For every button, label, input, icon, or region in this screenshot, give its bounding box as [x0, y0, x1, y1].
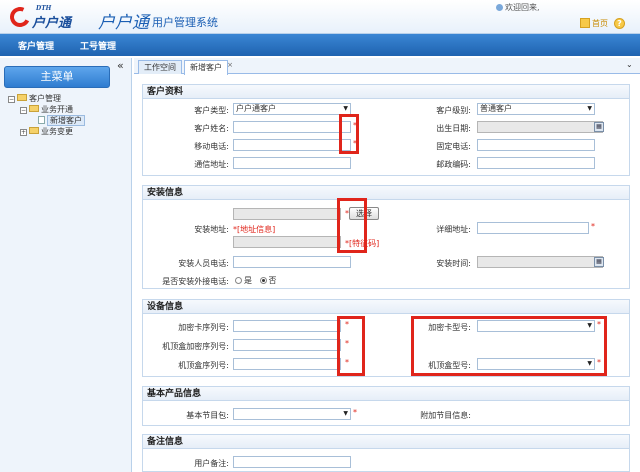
stb-crypt-serial-input[interactable] — [233, 339, 341, 351]
customer-level-label: 客户级别: — [436, 106, 471, 115]
zip-input[interactable] — [477, 157, 595, 169]
tree-item-business-change[interactable]: + 业务变更 — [20, 127, 73, 137]
radio-yes[interactable] — [235, 277, 242, 284]
detail-address-label: 详细地址: — [436, 225, 471, 234]
tree-item-customer-management[interactable]: − 客户管理 — [8, 94, 61, 104]
install-address-label: 安装地址: — [194, 225, 229, 234]
app-name: 户户通 — [98, 13, 149, 33]
user-icon — [496, 4, 503, 11]
section-title: 备注信息 — [143, 435, 629, 449]
welcome-text: 欢迎回来, — [496, 2, 540, 13]
help-icon[interactable]: ? — [614, 18, 625, 29]
mobile-input[interactable] — [233, 139, 351, 151]
card-serial-label: 加密卡序列号: — [178, 323, 229, 332]
zip-label: 邮政编码: — [436, 160, 471, 169]
stb-serial-label: 机顶盒序列号: — [178, 361, 229, 370]
chevron-down-icon: ▼ — [343, 105, 348, 112]
feature-code-input[interactable] — [233, 236, 341, 248]
stb-crypt-serial-label: 机顶盒加密序列号: — [162, 342, 229, 351]
app-subtitle: 用户管理系统 — [152, 16, 218, 29]
address-info-note: *[地址信息] — [233, 225, 276, 234]
folder-icon — [29, 127, 39, 134]
top-icons: 首页 ? — [580, 18, 636, 30]
section-notes: 备注信息 用户备注: — [142, 434, 630, 472]
app-header: DTH 户户通 户户通 用户管理系统 欢迎回来, 首页 ? — [0, 0, 640, 34]
mobile-label: 移动电话: — [194, 142, 229, 151]
install-address-input[interactable] — [233, 208, 341, 220]
landline-label: 固定电话: — [436, 142, 471, 151]
customer-type-label: 客户类型: — [194, 106, 229, 115]
home-icon[interactable] — [580, 18, 590, 28]
main-nav: 客户管理 工号管理 — [0, 34, 640, 56]
collapse-toggle-icon[interactable]: − — [8, 96, 15, 103]
tree-item-new-customer[interactable]: 新增客户 — [38, 115, 85, 126]
highlight-box-device-serials — [337, 316, 365, 376]
tab-bar: 工作空间 新增客户 × — [134, 58, 640, 75]
highlight-box-name-mobile — [339, 114, 359, 154]
package-select[interactable]: ▼ — [233, 408, 351, 420]
section-install-info: 安装信息 安装地址: * 选择 *[地址信息] *[特征码] 详细地址: * 安… — [142, 185, 630, 289]
menu-header: 主菜单 — [4, 66, 110, 88]
installer-phone-label: 安装人员电话: — [178, 259, 229, 268]
addon-label: 附加节目信息: — [420, 411, 471, 420]
remark-input[interactable] — [233, 456, 351, 468]
chevron-down-icon: ▼ — [343, 410, 348, 417]
birth-date-label: 出生日期: — [436, 124, 471, 133]
section-title: 客户资料 — [143, 85, 629, 99]
stb-serial-input[interactable] — [233, 358, 341, 370]
tree-item-business-open[interactable]: − 业务开通 — [20, 105, 73, 115]
install-time-label: 安装时间: — [436, 259, 471, 268]
folder-icon — [17, 94, 27, 101]
customer-type-select[interactable]: 户户通客户 ▼ — [233, 103, 351, 115]
customer-name-input[interactable] — [233, 121, 351, 133]
form-content: 客户资料 客户类型: 户户通客户 ▼ 客户级别: 普通客户 ▼ 客户姓名: * 出生… — [134, 75, 638, 472]
external-phone-label: 是否安装外接电话: — [162, 277, 229, 286]
highlight-box-device-models — [411, 316, 607, 376]
section-title: 设备信息 — [143, 300, 629, 314]
logo-dth-text: DTH — [36, 5, 52, 12]
installer-phone-input[interactable] — [233, 256, 351, 268]
birth-date-input[interactable] — [477, 121, 603, 133]
external-phone-radio-group: 是 否 — [235, 275, 277, 286]
highlight-box-install — [337, 198, 367, 253]
section-title: 基本产品信息 — [143, 387, 629, 401]
customer-name-label: 客户姓名: — [194, 124, 229, 133]
folder-icon — [29, 105, 39, 112]
required-star: * — [591, 222, 595, 231]
detail-address-input[interactable] — [477, 222, 589, 234]
chevron-down-icon: ▼ — [587, 105, 592, 112]
tab-workspace[interactable]: 工作空间 — [138, 60, 182, 74]
section-customer-info: 客户资料 客户类型: 户户通客户 ▼ 客户级别: 普通客户 ▼ 客户姓名: * 出生… — [142, 84, 630, 176]
collapse-sidebar-icon[interactable]: « — [117, 59, 124, 72]
address-label: 通信地址: — [194, 160, 229, 169]
address-input[interactable] — [233, 157, 351, 169]
collapse-toggle-icon[interactable]: − — [20, 107, 27, 114]
dth-logo: DTH 户户通 — [7, 3, 90, 31]
logo-cn-text: 户户通 — [32, 16, 72, 31]
card-serial-input[interactable] — [233, 320, 341, 332]
document-icon — [38, 116, 45, 124]
section-title: 安装信息 — [143, 186, 629, 200]
home-link[interactable]: 首页 — [592, 18, 608, 29]
remark-label: 用户备注: — [194, 459, 229, 468]
logo-ring-icon — [7, 4, 33, 30]
section-product-info: 基本产品信息 基本节目包: ▼ * 附加节目信息: — [142, 386, 630, 426]
close-tab-icon[interactable]: × — [227, 59, 233, 72]
nav-customer-management[interactable]: 客户管理 — [18, 39, 54, 52]
nav-staff-management[interactable]: 工号管理 — [80, 39, 116, 52]
install-time-input[interactable] — [477, 256, 603, 268]
tab-list-dropdown-icon[interactable]: ⌄ — [626, 60, 633, 69]
landline-input[interactable] — [477, 139, 595, 151]
tab-new-customer[interactable]: 新增客户 × — [184, 60, 233, 75]
customer-level-select[interactable]: 普通客户 ▼ — [477, 103, 595, 115]
radio-no[interactable] — [259, 277, 267, 284]
required-star: * — [353, 408, 357, 417]
calendar-icon[interactable]: ▦ — [594, 122, 604, 132]
sidebar: « 主菜单 − 客户管理 − 业务开通 新增客户 + 业务变更 — [0, 58, 132, 472]
calendar-icon[interactable]: ▦ — [594, 257, 604, 267]
expand-toggle-icon[interactable]: + — [20, 129, 27, 136]
package-label: 基本节目包: — [186, 411, 229, 420]
